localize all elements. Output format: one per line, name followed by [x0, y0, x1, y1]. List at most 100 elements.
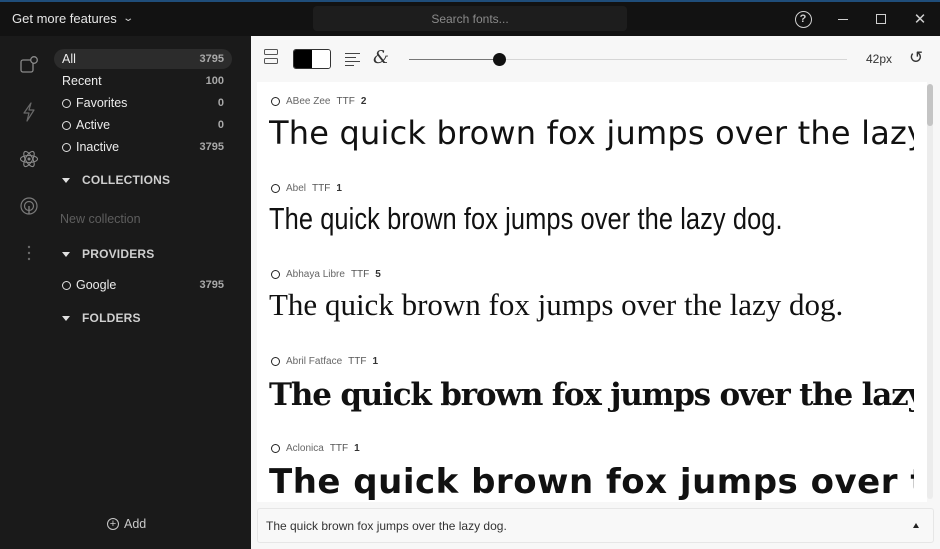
font-style-count: 1: [354, 443, 360, 454]
font-format: TTF: [312, 183, 330, 194]
reset-icon[interactable]: ↺: [909, 48, 923, 68]
light-half: [312, 50, 330, 68]
folders-heading: FOLDERS: [82, 311, 141, 325]
slider-thumb[interactable]: [493, 53, 506, 66]
minimize-icon: [838, 19, 848, 20]
font-list: ABee Zee TTF 2 The quick brown fox jumps…: [257, 82, 927, 502]
sidebar-item-label: All: [62, 52, 76, 66]
folders-section-toggle[interactable]: FOLDERS: [62, 311, 141, 325]
close-button[interactable]: ✕: [909, 8, 931, 30]
font-style-count: 1: [372, 356, 378, 367]
add-label: Add: [124, 517, 146, 531]
circle-icon: [62, 99, 71, 108]
sidebar-item-recent[interactable]: Recent 100: [54, 71, 232, 91]
font-name: Abel: [286, 183, 306, 194]
sidebar-item-count: 3795: [200, 53, 224, 65]
activate-toggle-icon[interactable]: [271, 184, 280, 193]
new-collection-button[interactable]: New collection: [60, 212, 141, 226]
maximize-icon: [876, 14, 886, 24]
providers-heading: PROVIDERS: [82, 247, 154, 261]
font-format: TTF: [330, 443, 348, 454]
font-name: ABee Zee: [286, 96, 330, 107]
close-icon: ✕: [914, 10, 927, 28]
sidebar-item-label: Recent: [62, 74, 102, 88]
font-preview: The quick brown fox jumps over the lazy …: [269, 287, 914, 323]
font-size-label: 42px: [866, 52, 892, 66]
theme-toggle[interactable]: [293, 49, 331, 69]
help-icon: ?: [795, 11, 812, 28]
sidebar-item-active[interactable]: Active 0: [54, 115, 232, 135]
help-button[interactable]: ?: [792, 8, 814, 30]
font-format: TTF: [348, 356, 366, 367]
font-format: TTF: [336, 96, 354, 107]
providers-section-toggle[interactable]: PROVIDERS: [62, 247, 154, 261]
font-meta: ABee Zee TTF 2: [271, 96, 366, 107]
scrollbar-thumb[interactable]: [927, 84, 933, 126]
atom-icon[interactable]: [18, 148, 40, 170]
font-style-count: 5: [375, 269, 381, 280]
dark-half: [294, 50, 312, 68]
collections-heading: COLLECTIONS: [82, 173, 170, 187]
slider-fill: [409, 59, 499, 60]
font-style-count: 1: [336, 183, 342, 194]
activate-toggle-icon[interactable]: [271, 97, 280, 106]
collections-section-toggle[interactable]: COLLECTIONS: [62, 173, 170, 187]
sidebar-item-google[interactable]: Google 3795: [54, 275, 232, 295]
sidebar-item-label: Inactive: [76, 140, 119, 154]
get-more-features-button[interactable]: Get more features ⌄: [12, 11, 132, 26]
sidebar-item-count: 0: [218, 119, 224, 131]
caret-down-icon: [62, 316, 70, 321]
preview-toolbar: & 42px ↺: [251, 36, 940, 82]
font-meta: Abel TTF 1: [271, 183, 342, 194]
font-meta: Aclonica TTF 1: [271, 443, 360, 454]
font-preview: The quick brown fox jumps over the lazy …: [269, 114, 914, 152]
font-list-scrollbar[interactable]: [927, 84, 933, 499]
text-align-icon[interactable]: [345, 53, 360, 66]
more-options-icon[interactable]: [18, 242, 40, 264]
activate-toggle-icon[interactable]: [271, 270, 280, 279]
search-fonts-input[interactable]: Search fonts...: [313, 6, 627, 31]
sidebar-item-label: Active: [76, 118, 110, 132]
font-meta: Abhaya Libre TTF 5: [271, 269, 381, 280]
circle-icon: [62, 281, 71, 290]
main-panel: & 42px ↺ ABee Zee TTF 2 The quick brown …: [251, 36, 940, 549]
sidebar-item-all[interactable]: All 3795: [54, 49, 232, 69]
fonts-library-icon[interactable]: [18, 54, 40, 76]
icon-rail: [0, 36, 52, 549]
activate-toggle-icon[interactable]: [271, 444, 280, 453]
circle-icon: [62, 143, 71, 152]
font-name: Abril Fatface: [286, 356, 342, 367]
sidebar-item-count: 3795: [200, 279, 224, 291]
app-window: Get more features ⌄ Search fonts... ? ✕: [0, 0, 940, 549]
activate-toggle-icon[interactable]: [271, 357, 280, 366]
sidebar-item-inactive[interactable]: Inactive 3795: [54, 137, 232, 157]
sidebar-item-count: 100: [206, 75, 224, 87]
sidebar-item-count: 0: [218, 97, 224, 109]
caret-up-icon[interactable]: [913, 523, 919, 528]
font-preview: The quick brown fox jumps over the lazy …: [269, 201, 917, 237]
layout-toggle-icon[interactable]: [264, 49, 278, 65]
sidebar-item-count: 3795: [200, 141, 224, 153]
broadcast-icon[interactable]: [18, 195, 40, 217]
glyphs-icon[interactable]: &: [373, 47, 389, 68]
font-meta: Abril Fatface TTF 1: [271, 356, 378, 367]
maximize-button[interactable]: [870, 8, 892, 30]
lightning-icon[interactable]: [18, 101, 40, 123]
chevron-down-icon: ⌄: [122, 13, 134, 24]
sample-text-input[interactable]: The quick brown fox jumps over the lazy …: [257, 508, 934, 543]
plus-circle-icon: +: [107, 518, 119, 530]
font-size-slider[interactable]: [409, 59, 847, 60]
sidebar-item-favorites[interactable]: Favorites 0: [54, 93, 232, 113]
sidebar-item-label: Favorites: [76, 96, 127, 110]
font-style-count: 2: [361, 96, 367, 107]
caret-down-icon: [62, 252, 70, 257]
search-placeholder: Search fonts...: [431, 12, 508, 26]
font-preview: The quick brown fox jumps over the lazy …: [269, 377, 914, 413]
minimize-button[interactable]: [832, 8, 854, 30]
get-more-features-label: Get more features: [12, 11, 117, 26]
sidebar-item-label: Google: [76, 278, 116, 292]
caret-down-icon: [62, 178, 70, 183]
add-button[interactable]: + Add: [107, 517, 146, 531]
sample-text-value: The quick brown fox jumps over the lazy …: [266, 519, 507, 533]
title-bar: Get more features ⌄ Search fonts... ? ✕: [0, 2, 940, 36]
